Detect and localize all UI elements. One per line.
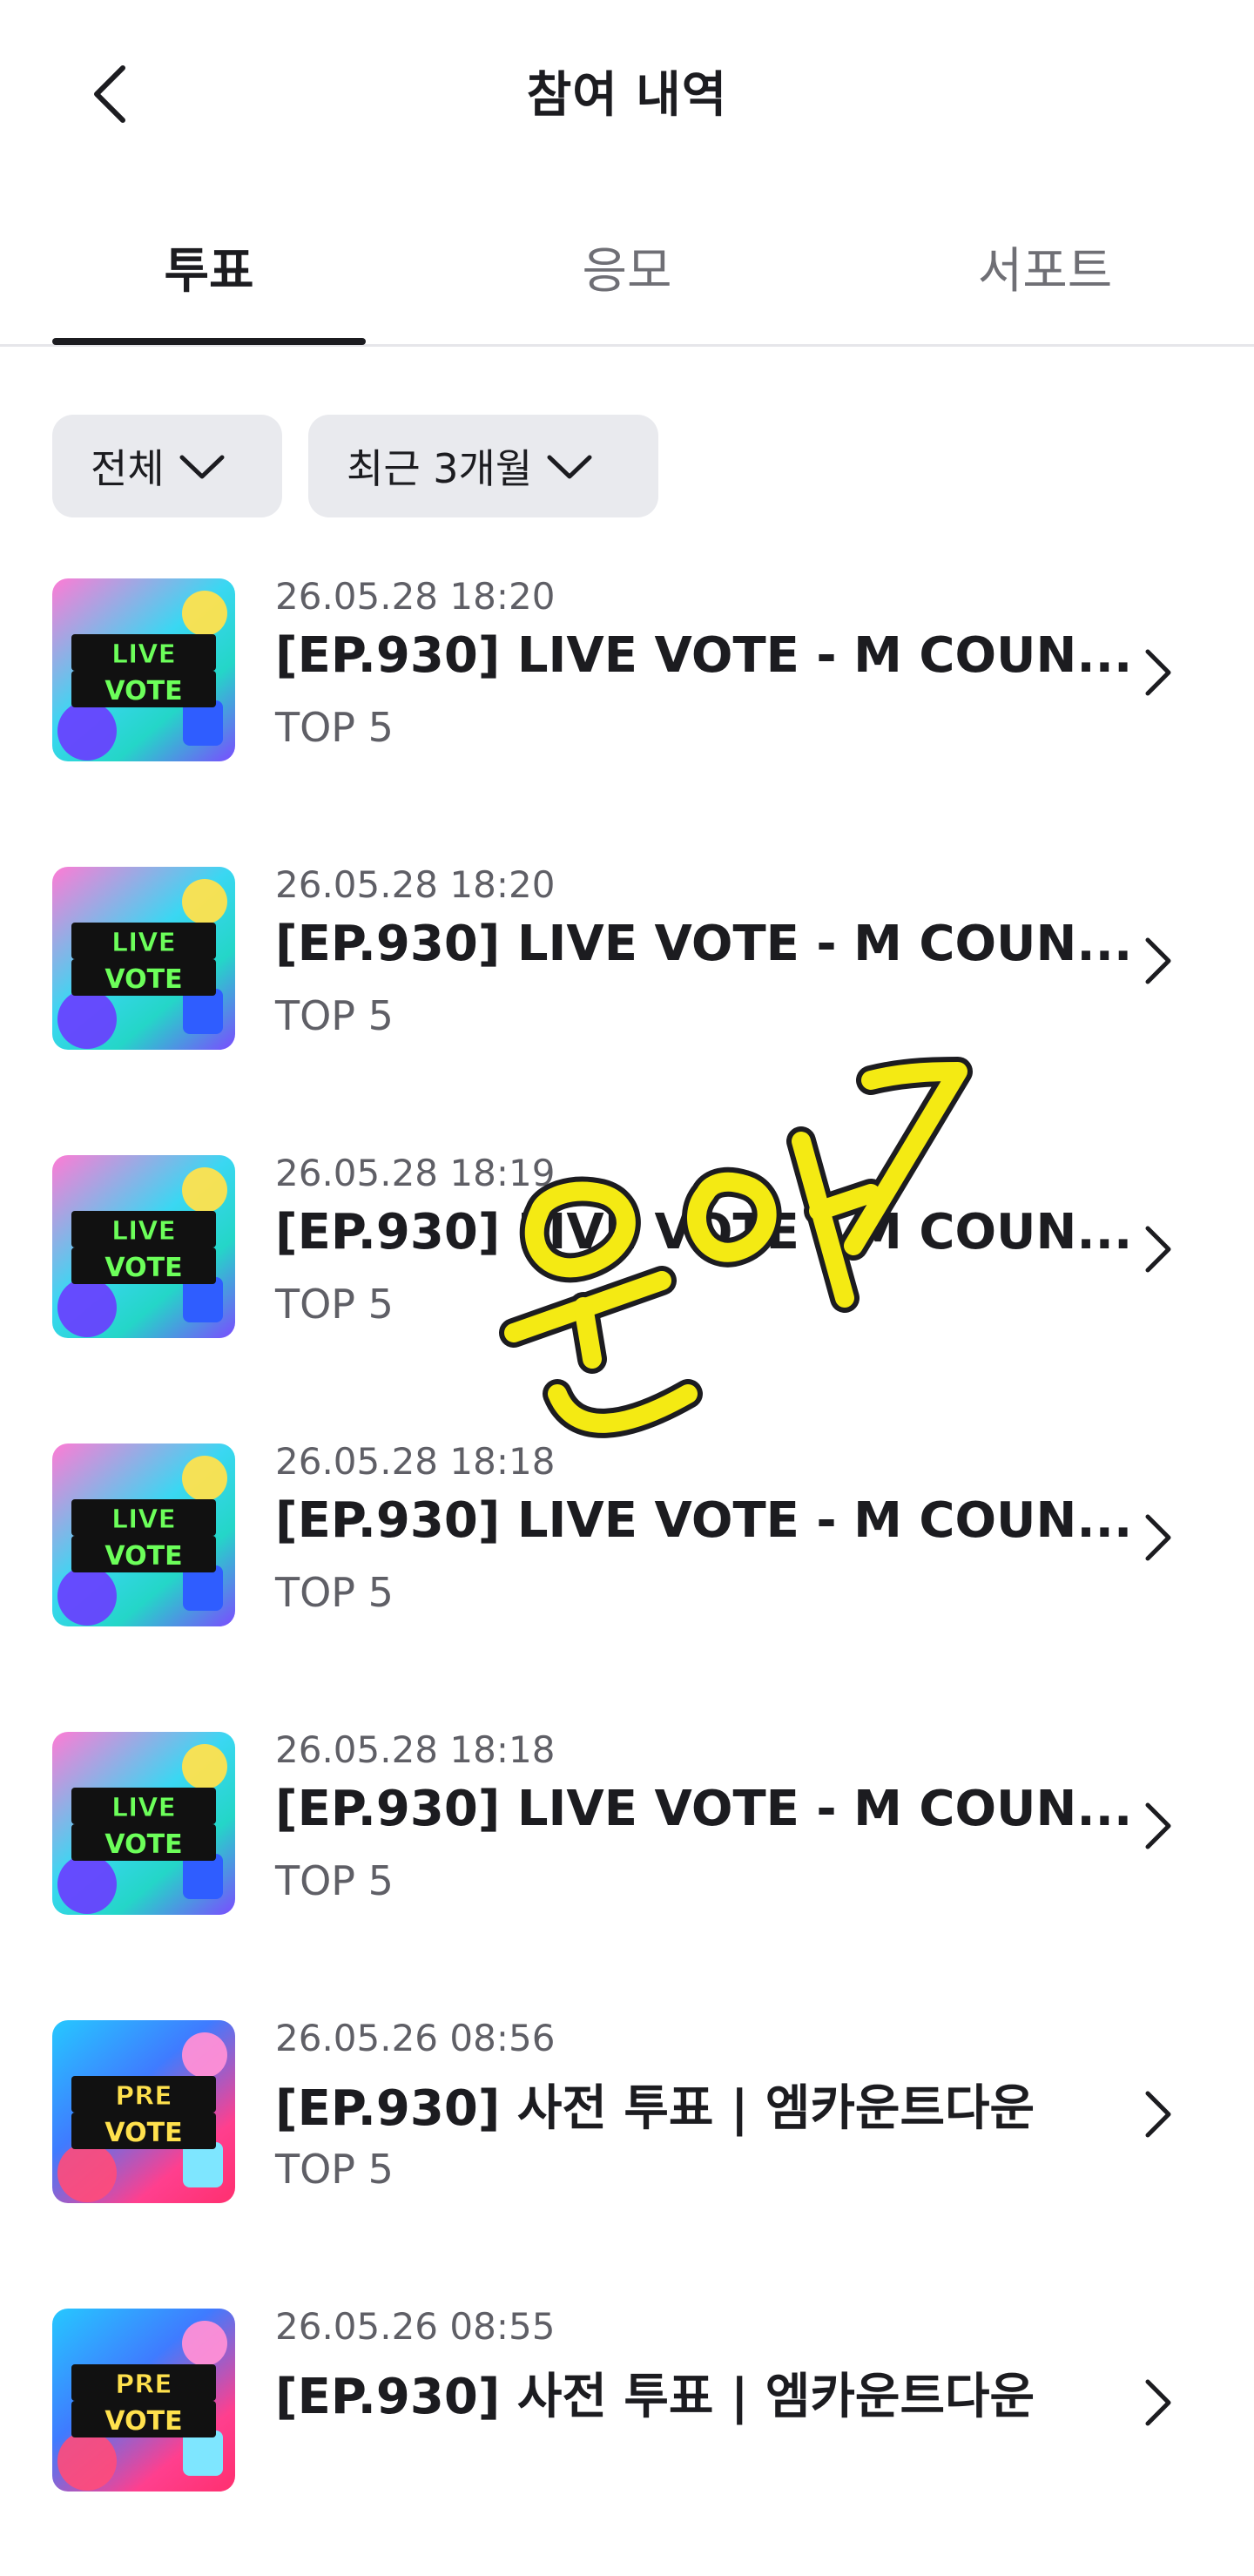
- thumb-text-bottom: VOTE: [104, 1253, 182, 1283]
- chevron-right-icon: [1141, 645, 1176, 704]
- chevron-right-icon: [1141, 1510, 1176, 1569]
- item-subtitle: TOP 5: [275, 704, 394, 751]
- item-title: [EP.930] LIVE VOTE - M COUN...: [275, 1204, 1133, 1261]
- thumb-text-bottom: VOTE: [104, 1829, 182, 1860]
- item-date: 26.05.28 18:18: [275, 1440, 556, 1483]
- thumb-text-bottom: VOTE: [104, 2406, 182, 2437]
- thumb-text-top: LIVE: [111, 1793, 176, 1823]
- list-item[interactable]: LIVE VOTE 26.05.28 18:19 [EP.930] LIVE V…: [0, 1134, 1254, 1423]
- list-item[interactable]: LIVE VOTE 26.05.28 18:18 [EP.930] LIVE V…: [0, 1711, 1254, 1999]
- tab-support[interactable]: 서포트: [871, 232, 1219, 302]
- item-title: [EP.930] LIVE VOTE - M COUN...: [275, 1492, 1133, 1549]
- thumb-text-top: PRE: [115, 2081, 172, 2112]
- item-title: [EP.930] LIVE VOTE - M COUN...: [275, 627, 1133, 684]
- item-date: 26.05.28 18:18: [275, 1728, 556, 1771]
- header: 참여 내역: [0, 0, 1254, 183]
- item-date: 26.05.26 08:56: [275, 2017, 556, 2059]
- vote-thumbnail: LIVE VOTE: [52, 867, 235, 1050]
- chevron-down-icon: [179, 452, 226, 480]
- vote-thumbnail: PRE VOTE: [52, 2309, 235, 2491]
- period-filter-value: 최근 3개월: [347, 445, 533, 492]
- category-filter-value: 전체: [91, 445, 165, 492]
- vote-thumbnail: LIVE VOTE: [52, 1732, 235, 1915]
- chevron-right-icon: [1141, 2086, 1176, 2146]
- item-title: [EP.930] 사전 투표 | 엠카운트다운: [275, 2369, 1035, 2425]
- thumb-text-top: LIVE: [111, 639, 176, 670]
- vote-thumbnail: PRE VOTE: [52, 2020, 235, 2203]
- item-title: [EP.930] LIVE VOTE - M COUN...: [275, 1781, 1133, 1837]
- list-item[interactable]: PRE VOTE 26.05.26 08:56 [EP.930] 사전 투표 |…: [0, 1999, 1254, 2288]
- list-item[interactable]: LIVE VOTE 26.05.28 18:18 [EP.930] LIVE V…: [0, 1423, 1254, 1711]
- tab-bar: 투표 응모 서포트: [0, 200, 1254, 348]
- item-date: 26.05.28 18:20: [275, 863, 556, 906]
- item-subtitle: TOP 5: [275, 1281, 394, 1328]
- thumb-text-bottom: VOTE: [104, 1541, 182, 1572]
- item-date: 26.05.28 18:19: [275, 1152, 556, 1194]
- thumb-text-top: LIVE: [111, 928, 176, 958]
- list-item[interactable]: LIVE VOTE 26.05.28 18:20 [EP.930] LIVE V…: [0, 846, 1254, 1134]
- chevron-right-icon: [1141, 2375, 1176, 2434]
- thumb-text-bottom: VOTE: [104, 964, 182, 995]
- vote-thumbnail: LIVE VOTE: [52, 1444, 235, 1626]
- item-date: 26.05.26 08:55: [275, 2305, 556, 2348]
- thumb-text-top: LIVE: [111, 1504, 176, 1535]
- item-subtitle: TOP 5: [275, 2146, 394, 2193]
- page-title: 참여 내역: [526, 67, 728, 124]
- thumb-text-bottom: VOTE: [104, 2118, 182, 2148]
- thumb-text-bottom: VOTE: [104, 676, 182, 707]
- item-subtitle: TOP 5: [275, 1569, 394, 1616]
- thumb-text-top: LIVE: [111, 1216, 176, 1247]
- vote-thumbnail: LIVE VOTE: [52, 578, 235, 761]
- chevron-right-icon: [1141, 1221, 1176, 1281]
- list-item[interactable]: PRE VOTE 26.05.26 08:55 [EP.930] 사전 투표 |…: [0, 2288, 1254, 2576]
- tab-vote[interactable]: 투표: [35, 232, 383, 302]
- list-item[interactable]: LIVE VOTE 26.05.28 18:20 [EP.930] LIVE V…: [0, 558, 1254, 846]
- tab-apply[interactable]: 응모: [453, 232, 801, 302]
- item-title: [EP.930] 사전 투표 | 엠카운트다운: [275, 2080, 1035, 2137]
- thumb-text-top: PRE: [115, 2370, 172, 2400]
- period-filter-dropdown[interactable]: 최근 3개월: [308, 415, 658, 517]
- active-tab-indicator: [52, 338, 366, 345]
- item-subtitle: TOP 5: [275, 992, 394, 1039]
- chevron-right-icon: [1141, 1798, 1176, 1857]
- item-date: 26.05.28 18:20: [275, 575, 556, 618]
- category-filter-dropdown[interactable]: 전체: [52, 415, 282, 517]
- item-title: [EP.930] LIVE VOTE - M COUN...: [275, 916, 1133, 972]
- chevron-down-icon: [546, 452, 593, 480]
- item-subtitle: TOP 5: [275, 1857, 394, 1904]
- chevron-right-icon: [1141, 933, 1176, 992]
- vote-thumbnail: LIVE VOTE: [52, 1155, 235, 1338]
